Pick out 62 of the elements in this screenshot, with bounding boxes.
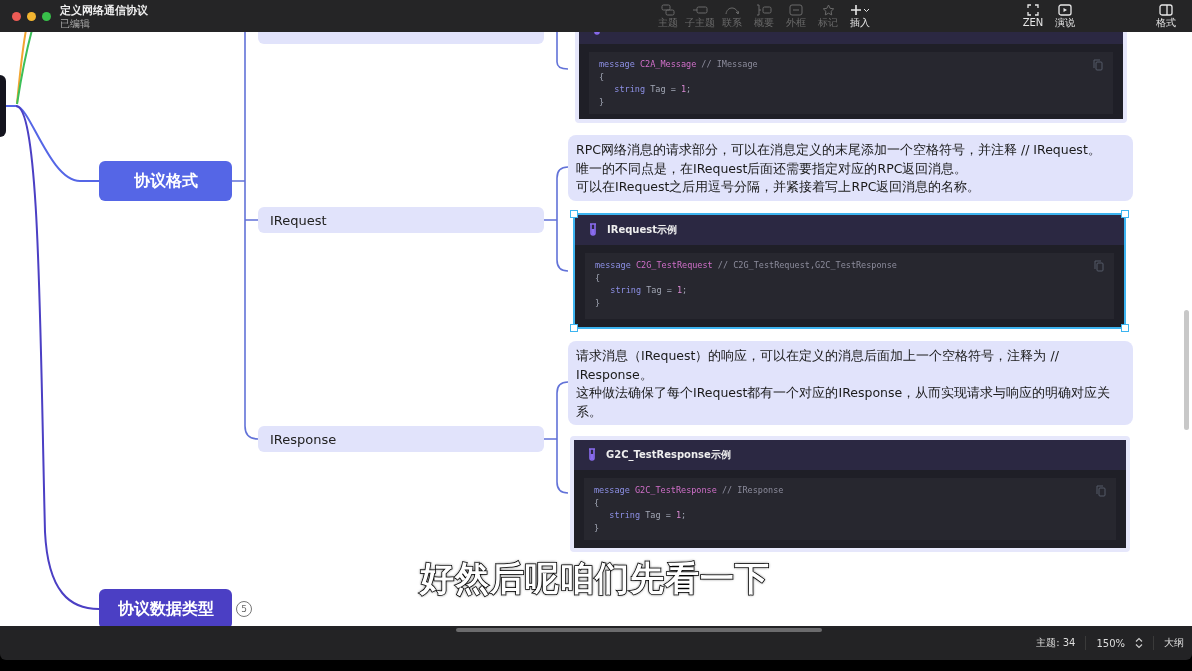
code-card-title: IRequest示例: [607, 223, 677, 237]
code-card[interactable]: G2C_TestResponse示例 message G2C_TestResponse // IResponse { string Tag = 1; }: [570, 436, 1130, 552]
edit-status: 已编辑: [60, 18, 91, 29]
window-title: 定义网络通信协议: [60, 3, 149, 18]
note-box[interactable]: RPC网络消息的请求部分，可以在消息定义的末尾添加一个空格符号，并注释 // IRequest。 唯一的不同点是，在IRequest后面还需要指定对应的RPC返回消息。 可以在IRequest之后用逗号分隔，并紧接着写上RPC返回消息的名称。: [568, 135, 1133, 201]
code-card[interactable]: message C2A_Message // IMessage { string Tag = 1; }: [575, 32, 1127, 123]
selection-handle[interactable]: [1121, 210, 1129, 218]
copy-icon[interactable]: [1093, 59, 1103, 71]
side-panel-icon: [1159, 4, 1173, 16]
code-line: }: [599, 95, 605, 108]
code-line: }: [595, 296, 601, 309]
outline-button[interactable]: 大纲: [1164, 636, 1184, 650]
code-line: string Tag = 1;: [609, 284, 688, 297]
note-text: 唯一的不同点是，在IRequest后面还需要指定对应的RPC返回消息。: [576, 159, 969, 178]
bracket-icon: [756, 4, 772, 16]
copy-icon[interactable]: [1096, 485, 1106, 497]
note-box[interactable]: 请求消息（IRequest）的响应，可以在定义的消息后面加上一个空格符号，注释为 // IResponse。 这种做法确保了每个IRequest都有一个对应的IResponse，从而实现请求与响应的明确对应关系。: [568, 341, 1133, 425]
copy-icon[interactable]: [1094, 260, 1104, 272]
zoom-level[interactable]: 150%: [1096, 637, 1125, 649]
subtopic-icon: [692, 4, 708, 16]
code-line: message C2G_TestRequest // C2G_TestRequest,G2C_TestResponse: [595, 259, 897, 272]
code-line: message G2C_TestResponse // IResponse: [594, 484, 784, 497]
code-line: {: [595, 271, 601, 284]
selection-handle[interactable]: [1121, 324, 1129, 332]
plus-icon: [850, 4, 870, 16]
topic-icon: [661, 4, 675, 16]
note-text: 这种做法确保了每个IRequest都有一个对应的IResponse，从而实现请求与响应的明确对应关系。: [576, 384, 1112, 421]
note-text: 请求消息（IRequest）的响应，可以在定义的消息后面加上一个空格符号，注释为 // IResponse。: [576, 347, 1060, 384]
code-line: string Tag = 1;: [608, 509, 687, 522]
code-line: {: [594, 496, 600, 509]
main-topic[interactable]: 协议数据类型: [99, 589, 232, 626]
code-line: message C2A_Message // IMessage: [599, 58, 758, 71]
toolbar-button[interactable]: 插入: [844, 4, 876, 28]
play-icon: [1058, 4, 1072, 16]
selection-handle[interactable]: [570, 210, 578, 218]
scrollbar[interactable]: [1184, 310, 1189, 430]
fullscreen-icon: [1027, 4, 1039, 16]
maximize-icon[interactable]: [42, 11, 51, 21]
code-line: string Tag = 1;: [613, 83, 692, 96]
code-card[interactable]: IRequest示例 message C2G_TestRequest // C2G_TestRequest,G2C_TestResponse { string Tag = 1; }: [573, 213, 1126, 329]
code-line: {: [599, 70, 605, 83]
main-topic[interactable]: 协议格式: [99, 161, 232, 201]
note-text: RPC网络消息的请求部分，可以在消息定义的末尾添加一个空格符号，并注释 // IRequest。: [576, 141, 1102, 159]
branch-line: [556, 32, 569, 70]
topic-count: 主题: 34: [1036, 636, 1076, 650]
star-icon: [821, 4, 835, 16]
toolbar-button[interactable]: 格式: [1150, 4, 1182, 28]
curve-arrow-icon: [725, 4, 739, 16]
code-line: }: [594, 521, 600, 534]
note-text: 可以在IRequest之后用逗号分隔，并紧接着写上RPC返回消息的名称。: [576, 178, 982, 196]
stepper-icon[interactable]: [1135, 637, 1143, 649]
toolbar-button[interactable]: ZEN: [1017, 4, 1049, 28]
subtopic[interactable]: IRequest: [258, 207, 544, 233]
scrollbar[interactable]: [456, 628, 822, 632]
minimize-icon[interactable]: [27, 11, 36, 21]
toolbar-button[interactable]: 演说: [1049, 4, 1081, 28]
close-icon[interactable]: [12, 11, 21, 21]
code-card-title: G2C_TestResponse示例: [606, 448, 731, 462]
subtopic[interactable]: IResponse: [258, 426, 544, 452]
selection-handle[interactable]: [570, 324, 578, 332]
frame-icon: [789, 4, 803, 16]
collapsed-count[interactable]: 5: [236, 601, 252, 617]
